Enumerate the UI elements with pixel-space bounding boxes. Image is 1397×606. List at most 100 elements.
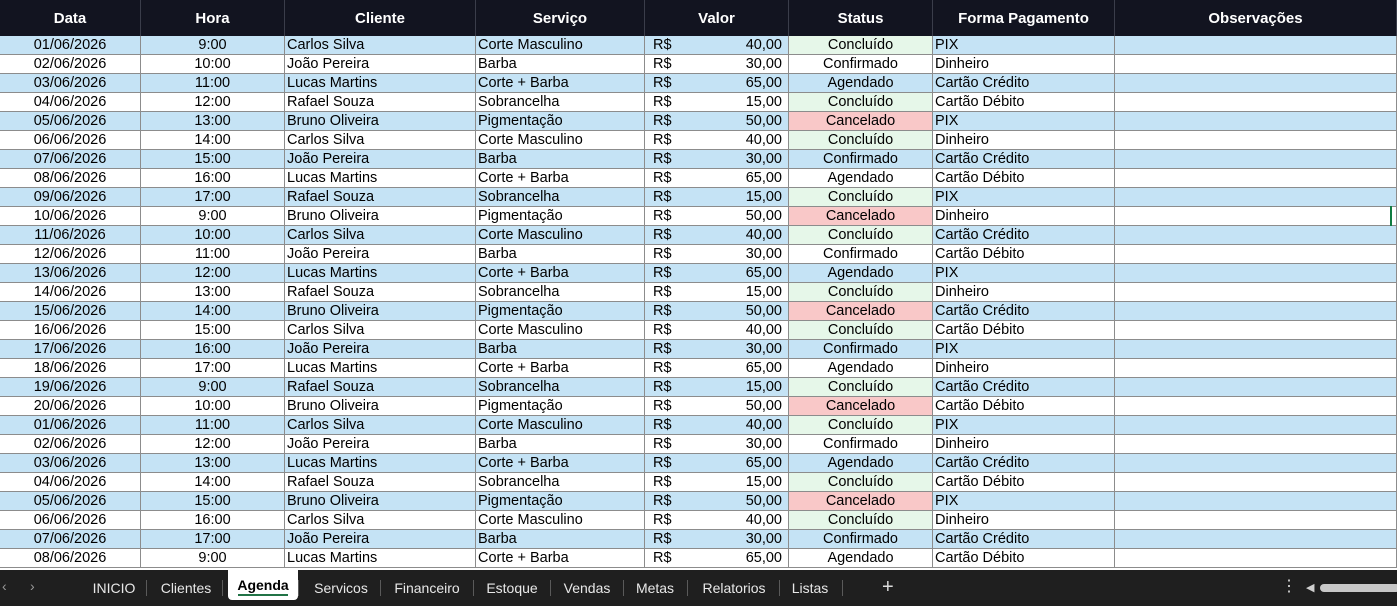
cell-cliente[interactable]: Carlos Silva [285, 131, 476, 150]
cell-cliente[interactable]: Lucas Martins [285, 169, 476, 188]
cell-servico[interactable]: Corte + Barba [476, 359, 645, 378]
column-header-hora[interactable]: Hora [141, 0, 285, 36]
cell-hora[interactable]: 15:00 [141, 492, 285, 511]
cell-observacoes[interactable] [1115, 169, 1397, 188]
cell-hora[interactable]: 14:00 [141, 473, 285, 492]
cell-servico[interactable]: Corte + Barba [476, 549, 645, 568]
column-header-observacoes[interactable]: Observações [1115, 0, 1397, 36]
status-badge[interactable]: Concluído [789, 226, 933, 245]
chevron-left-icon[interactable]: ‹ [2, 578, 7, 594]
chevron-right-icon[interactable]: › [30, 578, 35, 594]
cell-data[interactable]: 08/06/2026 [0, 169, 141, 188]
cell-data[interactable]: 15/06/2026 [0, 302, 141, 321]
cell-forma-pagamento[interactable]: PIX [933, 492, 1115, 511]
cell-data[interactable]: 04/06/2026 [0, 93, 141, 112]
cell-data[interactable]: 19/06/2026 [0, 378, 141, 397]
cell-servico[interactable]: Pigmentação [476, 302, 645, 321]
cell-data[interactable]: 03/06/2026 [0, 454, 141, 473]
cell-data[interactable]: 14/06/2026 [0, 283, 141, 302]
status-badge[interactable]: Concluído [789, 283, 933, 302]
status-badge[interactable]: Agendado [789, 359, 933, 378]
cell-hora[interactable]: 15:00 [141, 321, 285, 340]
cell-valor[interactable]: R$ 30,00 [645, 435, 789, 454]
cell-valor[interactable]: R$ 40,00 [645, 416, 789, 435]
tab-clientes[interactable]: Clientes [150, 570, 222, 606]
cell-hora[interactable]: 17:00 [141, 359, 285, 378]
cell-cliente[interactable]: Carlos Silva [285, 226, 476, 245]
cell-servico[interactable]: Corte + Barba [476, 264, 645, 283]
cell-forma-pagamento[interactable]: Dinheiro [933, 511, 1115, 530]
status-badge[interactable]: Confirmado [789, 55, 933, 74]
cell-forma-pagamento[interactable]: Dinheiro [933, 283, 1115, 302]
cell-servico[interactable]: Barba [476, 55, 645, 74]
cell-servico[interactable]: Corte + Barba [476, 454, 645, 473]
cell-forma-pagamento[interactable]: Dinheiro [933, 435, 1115, 454]
cell-data[interactable]: 20/06/2026 [0, 397, 141, 416]
cell-servico[interactable]: Pigmentação [476, 397, 645, 416]
cell-valor[interactable]: R$ 30,00 [645, 245, 789, 264]
scrollbar-thumb[interactable] [1320, 584, 1397, 592]
column-header-cliente[interactable]: Cliente [285, 0, 476, 36]
cell-forma-pagamento[interactable]: Cartão Débito [933, 93, 1115, 112]
cell-valor[interactable]: R$ 40,00 [645, 36, 789, 55]
cell-cliente[interactable]: Carlos Silva [285, 36, 476, 55]
cell-hora[interactable]: 9:00 [141, 207, 285, 226]
status-badge[interactable]: Cancelado [789, 302, 933, 321]
cell-hora[interactable]: 9:00 [141, 36, 285, 55]
status-badge[interactable]: Concluído [789, 378, 933, 397]
cell-cliente[interactable]: Rafael Souza [285, 188, 476, 207]
cell-valor[interactable]: R$ 50,00 [645, 302, 789, 321]
cell-valor[interactable]: R$ 40,00 [645, 321, 789, 340]
cell-forma-pagamento[interactable]: PIX [933, 264, 1115, 283]
cell-cliente[interactable]: Lucas Martins [285, 359, 476, 378]
cell-data[interactable]: 01/06/2026 [0, 36, 141, 55]
cell-data[interactable]: 06/06/2026 [0, 511, 141, 530]
cell-forma-pagamento[interactable]: Dinheiro [933, 131, 1115, 150]
status-badge[interactable]: Concluído [789, 511, 933, 530]
cell-data[interactable]: 11/06/2026 [0, 226, 141, 245]
cell-observacoes[interactable] [1115, 416, 1397, 435]
cell-observacoes[interactable] [1115, 340, 1397, 359]
cell-servico[interactable]: Corte Masculino [476, 131, 645, 150]
horizontal-scrollbar[interactable]: ◀ [1306, 582, 1397, 594]
cell-cliente[interactable]: Carlos Silva [285, 416, 476, 435]
plus-icon[interactable]: + [882, 570, 894, 606]
cell-data[interactable]: 02/06/2026 [0, 55, 141, 74]
cell-valor[interactable]: R$ 30,00 [645, 530, 789, 549]
cell-hora[interactable]: 11:00 [141, 416, 285, 435]
cell-forma-pagamento[interactable]: Cartão Débito [933, 549, 1115, 568]
status-badge[interactable]: Confirmado [789, 340, 933, 359]
cell-observacoes[interactable] [1115, 150, 1397, 169]
cell-valor[interactable]: R$ 65,00 [645, 549, 789, 568]
cell-forma-pagamento[interactable]: Cartão Débito [933, 397, 1115, 416]
cell-valor[interactable]: R$ 15,00 [645, 188, 789, 207]
cell-cliente[interactable]: Rafael Souza [285, 378, 476, 397]
status-badge[interactable]: Concluído [789, 131, 933, 150]
status-badge[interactable]: Cancelado [789, 207, 933, 226]
cell-forma-pagamento[interactable]: Cartão Crédito [933, 150, 1115, 169]
cell-servico[interactable]: Pigmentação [476, 492, 645, 511]
cell-data[interactable]: 07/06/2026 [0, 530, 141, 549]
more-vertical-icon[interactable]: ⋮ [1281, 570, 1297, 606]
cell-cliente[interactable]: Bruno Oliveira [285, 492, 476, 511]
cell-forma-pagamento[interactable]: Cartão Crédito [933, 378, 1115, 397]
cell-hora[interactable]: 12:00 [141, 93, 285, 112]
cell-data[interactable]: 10/06/2026 [0, 207, 141, 226]
cell-hora[interactable]: 14:00 [141, 131, 285, 150]
status-badge[interactable]: Confirmado [789, 530, 933, 549]
status-badge[interactable]: Confirmado [789, 245, 933, 264]
cell-hora[interactable]: 17:00 [141, 530, 285, 549]
cell-cliente[interactable]: Rafael Souza [285, 283, 476, 302]
cell-observacoes[interactable] [1115, 55, 1397, 74]
cell-servico[interactable]: Barba [476, 435, 645, 454]
status-badge[interactable]: Concluído [789, 321, 933, 340]
cell-observacoes[interactable] [1115, 530, 1397, 549]
status-badge[interactable]: Concluído [789, 93, 933, 112]
cell-observacoes[interactable] [1115, 511, 1397, 530]
cell-forma-pagamento[interactable]: PIX [933, 36, 1115, 55]
spreadsheet-grid[interactable]: Data Hora Cliente Serviço Valor Status Forma P… [0, 0, 1397, 570]
cell-cliente[interactable]: Bruno Oliveira [285, 112, 476, 131]
cell-valor[interactable]: R$ 50,00 [645, 207, 789, 226]
cell-servico[interactable]: Corte Masculino [476, 226, 645, 245]
cell-hora[interactable]: 9:00 [141, 378, 285, 397]
